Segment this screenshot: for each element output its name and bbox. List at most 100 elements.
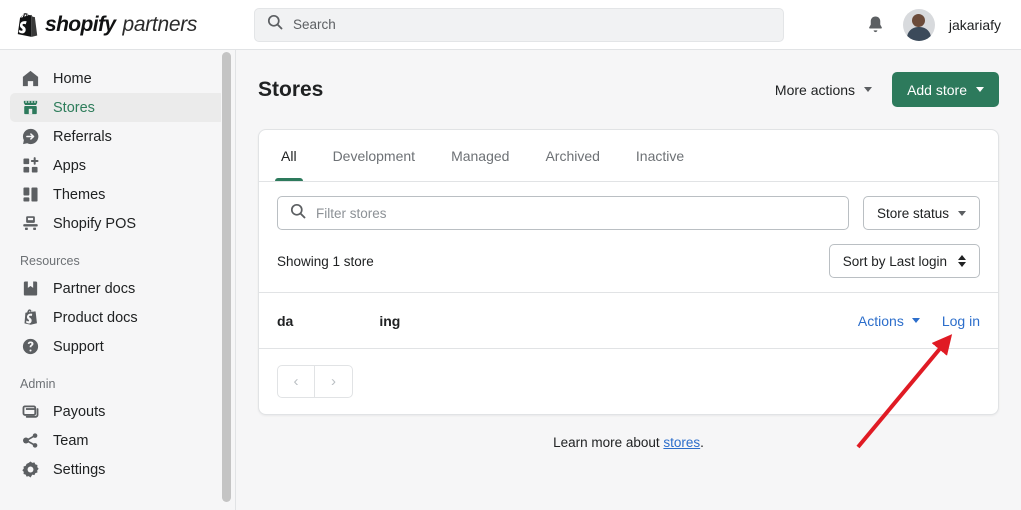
add-store-button[interactable]: Add store	[892, 72, 999, 107]
page-header: Stores More actions Add store	[258, 72, 999, 107]
global-search-area: Search	[236, 7, 863, 42]
username-label[interactable]: jakariafy	[949, 17, 1001, 33]
search-input[interactable]: Search	[254, 7, 784, 42]
sidebar-item-apps[interactable]: Apps	[10, 151, 225, 180]
brand-word-partners: partners	[122, 12, 198, 36]
storefront-icon	[20, 98, 40, 118]
sidebar-item-home[interactable]: Home	[10, 64, 225, 93]
sidebar-item-themes[interactable]: Themes	[10, 180, 225, 209]
sidebar-item-product-docs[interactable]: Product docs	[10, 303, 225, 332]
question-circle-icon	[20, 337, 40, 357]
themes-layout-icon	[20, 185, 40, 205]
chevron-down-icon	[976, 87, 984, 92]
store-status-label: Store status	[876, 205, 949, 221]
sidebar-scrollbar-thumb[interactable]	[222, 52, 231, 502]
table-row[interactable]: da ing Actions Log in	[259, 292, 998, 349]
tab-archived[interactable]: Archived	[527, 130, 617, 181]
filter-stores-input[interactable]: Filter stores	[277, 196, 849, 230]
store-name-end: ing	[379, 312, 401, 329]
tab-inactive[interactable]: Inactive	[618, 130, 702, 181]
sidebar: Home Stores Referrals Apps Themes Shopif…	[0, 50, 236, 510]
sidebar-item-partner-docs[interactable]: Partner docs	[10, 274, 225, 303]
sidebar-scrollbar[interactable]	[221, 50, 232, 510]
search-icon	[267, 14, 283, 35]
sidebar-label: Home	[53, 70, 92, 87]
sidebar-label: Partner docs	[53, 280, 136, 297]
sidebar-item-shopify-pos[interactable]: Shopify POS	[10, 209, 225, 238]
home-icon	[20, 69, 40, 89]
payouts-card-icon	[20, 402, 40, 422]
sidebar-label: Themes	[53, 186, 106, 203]
main-content: Stores More actions Add store All Develo…	[236, 50, 1021, 510]
avatar[interactable]	[902, 8, 935, 41]
sidebar-label: Shopify POS	[53, 215, 137, 232]
top-bar-right: jakariafy	[863, 8, 1021, 41]
search-icon	[290, 203, 306, 224]
chevron-right-icon[interactable]: ›	[315, 365, 353, 398]
learn-more-suffix: .	[700, 435, 704, 450]
tab-label: Archived	[545, 147, 600, 164]
sidebar-item-referrals[interactable]: Referrals	[10, 122, 225, 151]
top-bar: shopify partners Search jakariafy	[0, 0, 1021, 50]
tab-label: Managed	[451, 147, 510, 164]
pagination: ‹ ›	[259, 349, 998, 414]
sort-arrows-icon	[958, 255, 966, 267]
chevron-down-icon	[911, 318, 920, 323]
actions-label: Actions	[857, 312, 904, 329]
tab-development[interactable]: Development	[315, 130, 434, 181]
gear-icon	[20, 460, 40, 480]
referral-arrow-icon	[20, 127, 40, 147]
store-name-start: da	[277, 312, 294, 329]
avatar-body	[906, 26, 931, 41]
store-status-filter[interactable]: Store status	[862, 196, 980, 230]
sort-by-button[interactable]: Sort by Last login	[828, 244, 980, 278]
sidebar-label: Team	[53, 432, 89, 449]
sidebar-label: Support	[53, 338, 104, 355]
tab-label: All	[281, 147, 297, 164]
search-placeholder-text: Search	[293, 17, 336, 32]
actions-dropdown[interactable]: Actions	[858, 313, 920, 329]
store-count-text: Showing 1 store	[277, 253, 374, 269]
sidebar-label: Stores	[53, 99, 95, 116]
tab-all[interactable]: All	[263, 130, 315, 181]
more-actions-label: More actions	[774, 81, 856, 98]
chevron-left-icon[interactable]: ‹	[277, 365, 315, 398]
page-header-actions: More actions Add store	[771, 72, 999, 107]
sidebar-item-support[interactable]: Support	[10, 332, 225, 361]
learn-more-prefix: Learn more about	[553, 435, 664, 450]
sidebar-label: Settings	[53, 461, 106, 478]
sidebar-item-settings[interactable]: Settings	[10, 455, 225, 484]
add-store-label: Add store	[907, 81, 967, 98]
filter-placeholder-text: Filter stores	[316, 205, 387, 221]
bell-icon[interactable]	[863, 12, 889, 38]
apps-grid-plus-icon	[20, 156, 40, 176]
sidebar-label: Apps	[53, 157, 87, 174]
brand-word-shopify: shopify	[45, 12, 116, 36]
stores-card: All Development Managed Archived Inactiv…	[258, 129, 999, 415]
page-title: Stores	[258, 77, 324, 101]
sidebar-label: Product docs	[53, 309, 138, 326]
tab-managed[interactable]: Managed	[433, 130, 527, 181]
avatar-head	[912, 13, 926, 27]
learn-more-footer: Learn more about stores.	[258, 415, 999, 450]
shopify-partners-app: shopify partners Search jakariafy Home S…	[0, 0, 1021, 510]
sort-by-label: Sort by Last login	[842, 253, 947, 269]
sidebar-item-payouts[interactable]: Payouts	[10, 397, 225, 426]
filter-row: Filter stores Store status	[259, 182, 998, 230]
store-name[interactable]: da ing	[277, 313, 400, 329]
stores-link[interactable]: stores	[663, 435, 700, 450]
sidebar-label: Payouts	[53, 403, 106, 420]
shopify-bag-icon	[16, 12, 38, 37]
sidebar-item-team[interactable]: Team	[10, 426, 225, 455]
brand-logo[interactable]: shopify partners	[0, 13, 236, 37]
more-actions-button[interactable]: More actions	[771, 76, 876, 104]
row-actions: Actions Log in	[858, 313, 980, 329]
sidebar-item-stores[interactable]: Stores	[10, 93, 225, 122]
stores-tabs: All Development Managed Archived Inactiv…	[259, 130, 998, 182]
shopify-bag-icon	[20, 308, 40, 328]
team-nodes-icon	[20, 431, 40, 451]
log-in-link[interactable]: Log in	[942, 313, 980, 329]
tab-label: Development	[332, 147, 416, 164]
count-row: Showing 1 store Sort by Last login	[259, 230, 998, 292]
sidebar-label: Referrals	[53, 128, 112, 145]
